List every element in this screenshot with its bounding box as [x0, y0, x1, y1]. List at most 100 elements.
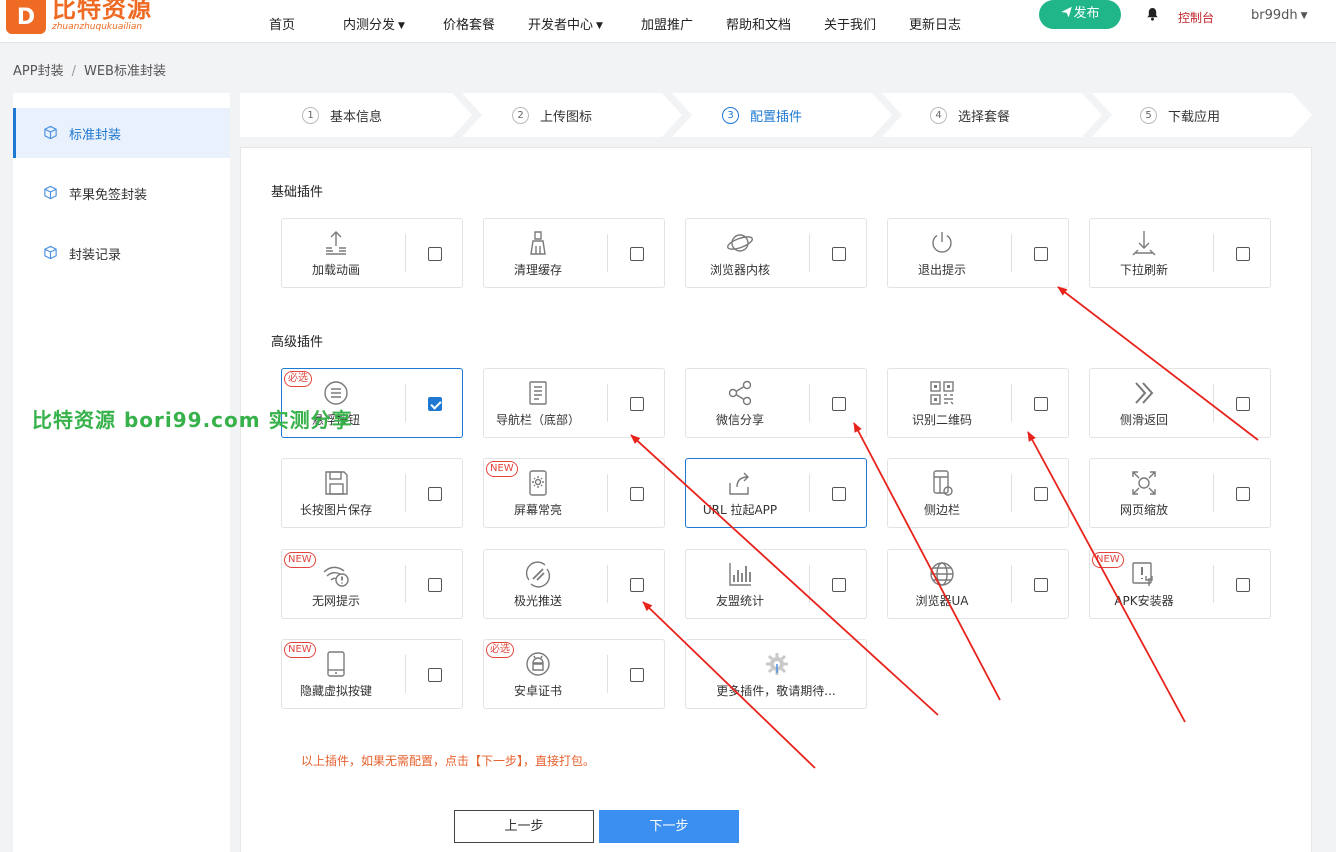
- breadcrumb: APP封装 / WEB标准封装: [13, 60, 166, 79]
- plugin-checkbox[interactable]: [1034, 578, 1048, 592]
- publish-label: 发布: [1073, 6, 1100, 21]
- plugin-checkbox[interactable]: [1034, 247, 1048, 261]
- breadcrumb-separator: /: [71, 64, 76, 79]
- plugin-card[interactable]: APK安装器 NEW: [1089, 549, 1271, 619]
- breadcrumb-item[interactable]: APP封装: [13, 64, 64, 79]
- chevron-down-icon: ▼: [596, 21, 603, 31]
- plugin-label: APK安装器: [1114, 594, 1174, 608]
- plugin-checkbox[interactable]: [428, 247, 442, 261]
- globe-icon: [928, 560, 956, 588]
- plugin-checkbox[interactable]: [630, 578, 644, 592]
- nav-item[interactable]: 内测分发 ▼: [343, 14, 405, 33]
- prev-step-button[interactable]: 上一步: [454, 810, 594, 843]
- user-menu[interactable]: br99dh ▼: [1251, 8, 1308, 23]
- plugin-card[interactable]: 友盟统计: [685, 549, 867, 619]
- plugin-checkbox[interactable]: [428, 668, 442, 682]
- plugin-card[interactable]: 隐藏虚拟按键 NEW: [281, 639, 463, 709]
- plugin-checkbox[interactable]: [1236, 487, 1250, 501]
- bar-chart-icon: [726, 560, 754, 588]
- plugin-checkbox[interactable]: [1034, 487, 1048, 501]
- plugin-card[interactable]: 浏览器UA: [887, 549, 1069, 619]
- plugin-label: 清理缓存: [513, 263, 562, 277]
- plugin-checkbox[interactable]: [630, 487, 644, 501]
- plugin-card[interactable]: 清理缓存: [483, 218, 665, 288]
- plugin-card[interactable]: 安卓证书 必选: [483, 639, 665, 709]
- nav-item-label: 关于我们: [824, 18, 877, 33]
- chevron-down-icon: ▼: [398, 21, 405, 31]
- card-divider: [809, 234, 810, 272]
- plugin-card[interactable]: 侧滑返回: [1089, 368, 1271, 438]
- plugin-label: 侧边栏: [923, 503, 960, 517]
- nav-item[interactable]: 更新日志: [909, 14, 961, 33]
- plugin-card[interactable]: 侧边栏: [887, 458, 1069, 528]
- sidebar-item[interactable]: 标准封装: [13, 108, 230, 158]
- plugin-card[interactable]: 微信分享: [685, 368, 867, 438]
- nav-item[interactable]: 开发者中心 ▼: [528, 14, 603, 33]
- plugin-panel: 基础插件 高级插件 以上插件，如果无需配置，点击【下一步】，直接打包。 上一步 …: [240, 147, 1312, 852]
- plugin-card[interactable]: URL 拉起APP: [685, 458, 867, 528]
- nav-item[interactable]: 帮助和文档: [726, 14, 791, 33]
- plugin-card[interactable]: 识别二维码: [887, 368, 1069, 438]
- power-icon: [928, 229, 956, 257]
- plugin-card[interactable]: 退出提示: [887, 218, 1069, 288]
- plugin-card[interactable]: 浏览器内核: [685, 218, 867, 288]
- chevron-down-icon: ▼: [1300, 11, 1308, 21]
- aurora-icon: [524, 560, 552, 588]
- breadcrumb-item: WEB标准封装: [83, 64, 166, 79]
- console-link[interactable]: 控制台: [1178, 9, 1214, 26]
- plugin-checkbox[interactable]: [1236, 397, 1250, 411]
- plugin-label: 退出提示: [917, 263, 966, 277]
- share-icon: [726, 379, 754, 407]
- wifi-alert-icon: [322, 560, 350, 588]
- step-number: 5: [1140, 106, 1157, 124]
- plugin-checkbox[interactable]: [1236, 578, 1250, 592]
- plugin-card[interactable]: 加载动画: [281, 218, 463, 288]
- sidebar-item[interactable]: 苹果免签封装: [13, 168, 230, 218]
- plugin-checkbox[interactable]: [832, 247, 846, 261]
- plugin-card[interactable]: 无网提示 NEW: [281, 549, 463, 619]
- card-divider: [809, 384, 810, 422]
- plugin-checkbox[interactable]: [428, 578, 442, 592]
- plugin-card[interactable]: 下拉刷新: [1089, 218, 1271, 288]
- plugin-checkbox[interactable]: [428, 487, 442, 501]
- plugin-checkbox[interactable]: [428, 397, 442, 411]
- plugin-checkbox[interactable]: [630, 247, 644, 261]
- card-divider: [809, 565, 810, 603]
- card-divider: [607, 565, 608, 603]
- plugin-checkbox[interactable]: [630, 668, 644, 682]
- step-label: 上传图标: [540, 109, 593, 125]
- plugin-checkbox[interactable]: [1034, 397, 1048, 411]
- plugin-label: URL 拉起APP: [702, 503, 778, 517]
- plugin-card[interactable]: 导航栏（底部）: [483, 368, 665, 438]
- plugin-checkbox[interactable]: [832, 487, 846, 501]
- plugin-tag: NEW: [486, 461, 518, 477]
- nav-item[interactable]: 首页: [269, 14, 295, 33]
- bell-icon[interactable]: [1146, 7, 1159, 25]
- card-divider: [607, 655, 608, 693]
- nav-item[interactable]: 关于我们: [824, 14, 876, 33]
- nav-item-label: 更新日志: [909, 18, 962, 33]
- plugin-label: 加载动画: [311, 263, 360, 277]
- nav-item[interactable]: 加盟推广: [641, 14, 693, 33]
- plugin-tag: NEW: [284, 552, 316, 568]
- plugin-label: 浏览器UA: [915, 594, 969, 608]
- plugin-card[interactable]: 极光推送: [483, 549, 665, 619]
- plugin-checkbox[interactable]: [630, 397, 644, 411]
- step-label: 下载应用: [1168, 109, 1221, 125]
- plugin-checkbox[interactable]: [832, 578, 846, 592]
- plugin-label: 安卓证书: [513, 684, 562, 698]
- plugin-card[interactable]: 网页缩放: [1089, 458, 1271, 528]
- plugin-card[interactable]: 屏幕常亮 NEW: [483, 458, 665, 528]
- sidebar-item[interactable]: 封装记录: [13, 228, 230, 278]
- step-item: 1 基本信息: [302, 93, 382, 137]
- nav-item-label: 加盟推广: [641, 18, 694, 33]
- plugin-card[interactable]: 长按图片保存: [281, 458, 463, 528]
- next-step-button[interactable]: 下一步: [599, 810, 739, 843]
- nav-item[interactable]: 价格套餐: [443, 14, 495, 33]
- step-item: 3 配置插件: [722, 93, 802, 137]
- publish-button[interactable]: 发布: [1039, 0, 1121, 29]
- plugin-checkbox[interactable]: [832, 397, 846, 411]
- plugin-checkbox[interactable]: [1236, 247, 1250, 261]
- qrcode-icon: [928, 379, 956, 407]
- step-number: 1: [302, 106, 319, 124]
